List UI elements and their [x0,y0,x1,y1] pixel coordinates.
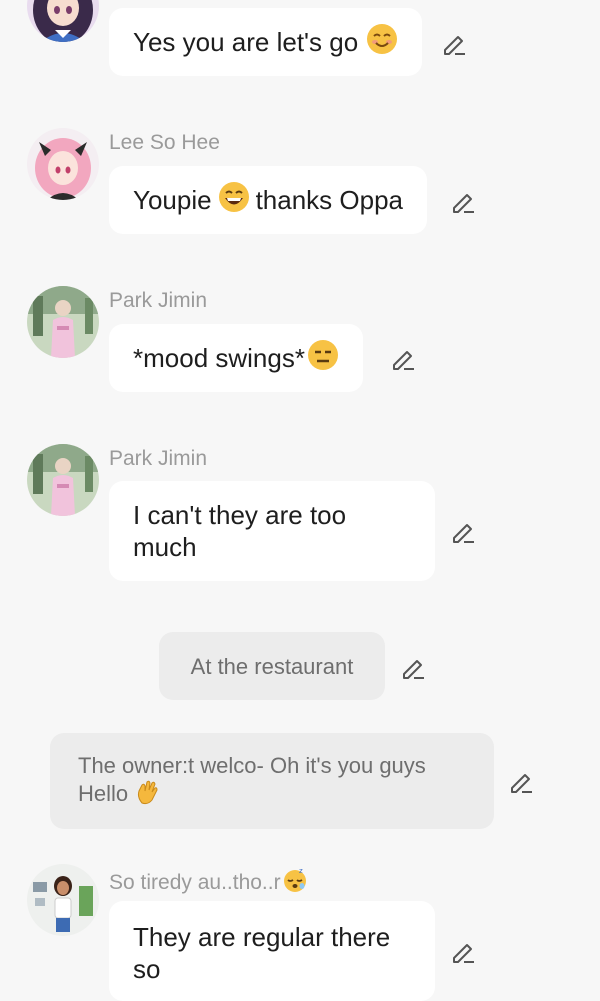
narration-text: At the restaurant [190,653,354,679]
avatar-park-jimin[interactable] [27,286,99,358]
message-bubble[interactable]: Youpie thanks Oppa [109,166,428,234]
expressionless-emoji [307,339,339,378]
narration-bubble[interactable]: The owner:t welco- Oh it's you guys Hell… [50,733,494,829]
edit-pencil-icon[interactable] [450,518,476,544]
avatar-anime-girl[interactable] [27,0,99,42]
edit-pencil-icon[interactable] [450,938,476,964]
message-text: They are regular there so [133,922,391,984]
narration-bubble[interactable]: At the restaurant [159,632,385,700]
avatar-3d-character[interactable] [27,864,99,936]
avatar-park-jimin[interactable] [27,444,99,516]
edit-pencil-icon[interactable] [508,768,534,794]
author-name: Park Jimin [109,447,208,470]
narration-text: The owner:t welco- Oh it's you guys Hell… [78,752,466,811]
message-bubble[interactable]: They are regular there so [109,901,435,1001]
waving-hand-emoji [134,779,160,811]
message-text-continued: thanks Oppa [255,185,404,215]
author-name: Park Jimin [109,289,208,312]
message-bubble[interactable]: I can't they are too much [109,481,435,581]
author-name: Lee So Hee [109,131,220,154]
message-text: Yes you are let's go [133,27,359,57]
edit-pencil-icon[interactable] [441,30,467,56]
author-name: So tiredy au..tho..r z [109,867,308,899]
sleeping-face-emoji: z [282,867,308,899]
edit-pencil-icon[interactable] [400,654,426,680]
grinning-emoji [218,181,250,220]
avatar-pink-hair-girl[interactable] [27,128,99,200]
svg-text:z: z [299,867,303,875]
message-bubble[interactable]: *mood swings* [109,324,363,392]
edit-pencil-icon[interactable] [450,188,476,214]
message-bubble[interactable]: Yes you are let's go [109,8,423,76]
message-text: Youpie [133,185,212,215]
message-text: I can't they are too much [133,500,347,562]
smiling-blush-emoji [366,23,398,62]
edit-pencil-icon[interactable] [390,345,416,371]
message-text: *mood swings* [133,343,305,373]
